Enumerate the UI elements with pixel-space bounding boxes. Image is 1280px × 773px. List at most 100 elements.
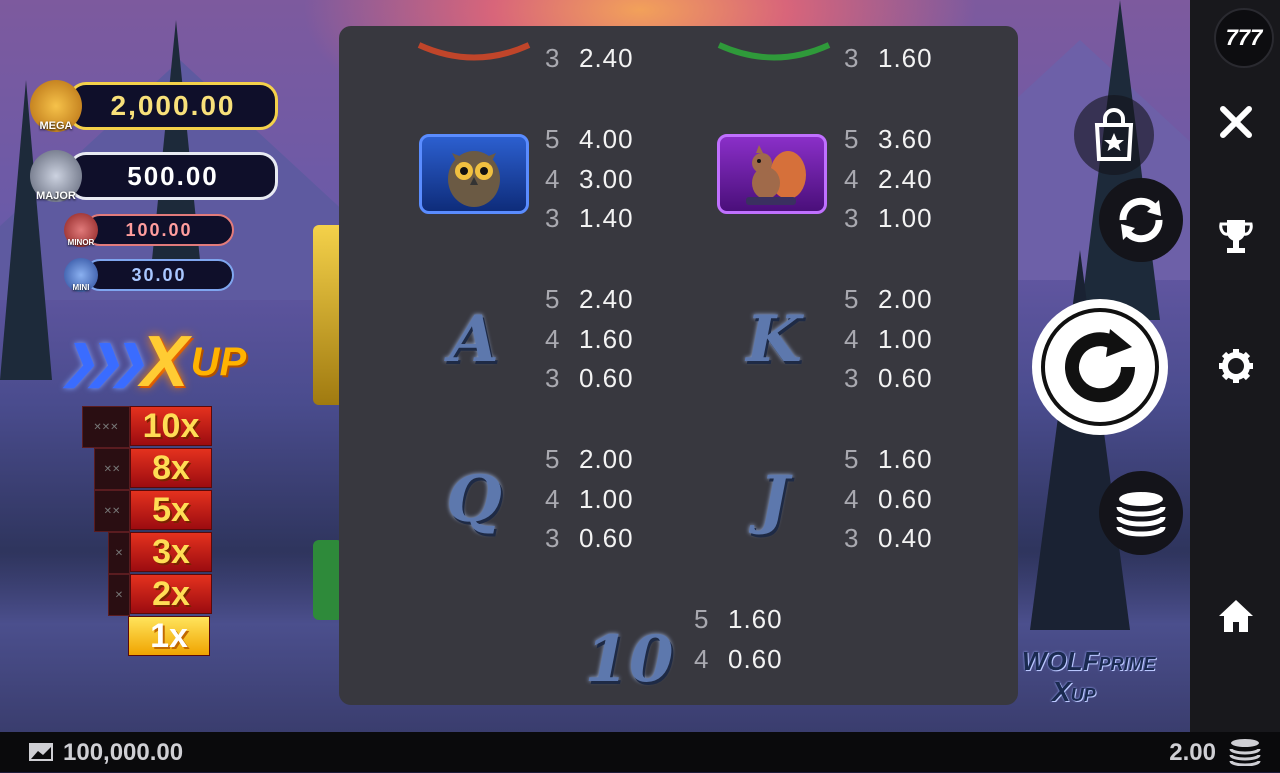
bet-button[interactable]: [1099, 471, 1183, 555]
multiplier-value: 5x: [130, 490, 212, 530]
x-cells-icon: ✕✕: [94, 490, 130, 532]
jackpot-value: 30.00: [84, 259, 234, 291]
jackpot-label: MAJOR: [36, 190, 76, 202]
autoplay-icon: [1119, 197, 1163, 243]
multiplier-value: 2x: [130, 574, 212, 614]
pay-amount: 1.60: [728, 604, 783, 635]
pay-count: 3: [545, 203, 561, 234]
coins-icon: [1229, 738, 1261, 767]
payline: 3 1.60: [844, 40, 933, 76]
gorilla-major-icon: MAJOR: [30, 150, 82, 202]
payline: 4 1.00: [545, 480, 634, 520]
pay-amount: 2.00: [579, 444, 634, 475]
home-icon: [1219, 600, 1253, 632]
payline: 3 1.00: [844, 199, 933, 239]
multiplier-value-active: 1x: [128, 616, 210, 656]
payline: 5 2.00: [844, 280, 933, 320]
settings-icon: [1219, 349, 1253, 383]
buy-feature-button[interactable]: [1074, 95, 1154, 175]
jackpot-value: 500.00: [68, 152, 278, 200]
pay-amount: 2.40: [579, 284, 634, 315]
number-ten-icon: 10: [569, 614, 689, 704]
payline: 4 2.40: [844, 160, 933, 200]
casino-logo-777-icon[interactable]: 777: [1214, 8, 1274, 68]
pay-count: 4: [545, 323, 561, 354]
squirrel-icon: [717, 134, 827, 214]
symbol-letter: J: [758, 461, 790, 537]
pay-amount: 1.00: [878, 203, 933, 234]
trophy-button[interactable]: [1214, 215, 1258, 259]
pay-amount: 0.60: [728, 643, 783, 674]
payline: 3 0.60: [844, 359, 933, 399]
jackpot-value: 100.00: [84, 214, 234, 246]
payline: 5 1.60: [694, 600, 783, 640]
pay-amount: 0.40: [878, 523, 933, 554]
bet-coins-icon: [1116, 492, 1166, 537]
multiplier-value: 3x: [130, 532, 212, 572]
close-button[interactable]: [1214, 100, 1258, 144]
logo-wolf: WOLF: [1022, 646, 1099, 676]
pay-count: 3: [844, 203, 860, 234]
partial-symbol-red: [414, 40, 534, 64]
paylines-j: 5 1.60 4 0.60 3 0.40: [844, 440, 933, 559]
payline: 5 3.60: [844, 120, 933, 160]
chevrons-icon: ❯❯❯: [60, 337, 147, 387]
multiplier-row-active: 1x: [128, 616, 210, 656]
multiplier-row: ✕✕✕ 10x: [82, 406, 212, 448]
gorilla-mega-icon: MEGA: [30, 80, 82, 132]
symbol-letter: K: [746, 301, 802, 377]
paylines: 3 1.60: [844, 40, 933, 76]
pay-amount: 2.40: [878, 163, 933, 194]
letter-q-icon: Q: [419, 454, 529, 544]
payline: 3 0.60: [545, 519, 634, 559]
xup-logo-up: UP: [190, 339, 247, 384]
pay-amount: 3.00: [579, 163, 634, 194]
pay-amount: 2.00: [878, 284, 933, 315]
spin-icon: [1065, 329, 1136, 403]
payline: 3 2.40: [545, 40, 634, 76]
payline: 5 4.00: [545, 120, 634, 160]
pay-count: 5: [545, 444, 561, 475]
pay-amount: 4.00: [579, 124, 634, 155]
payline: 3 0.40: [844, 519, 933, 559]
paylines-q: 5 2.00 4 1.00 3 0.60: [545, 440, 634, 559]
logo-prime: PRIME: [1098, 654, 1156, 674]
x-cells-icon: ✕: [108, 532, 130, 574]
jackpot-label: MEGA: [39, 120, 73, 132]
pay-amount: 1.60: [878, 42, 933, 73]
autoplay-button[interactable]: [1099, 178, 1183, 262]
settings-button[interactable]: [1214, 344, 1258, 388]
game-logo: WOLFPRIME XUP: [1022, 646, 1156, 718]
jackpot-mega: MEGA 2,000.00: [30, 80, 278, 132]
letter-j-icon: J: [719, 454, 829, 544]
pay-count: 4: [844, 163, 860, 194]
spin-button[interactable]: [1032, 299, 1168, 435]
pay-count: 4: [844, 483, 860, 514]
pay-count: 5: [545, 124, 561, 155]
pay-count: 5: [844, 444, 860, 475]
jackpot-label: MINOR: [67, 238, 95, 247]
payline: 4 0.60: [694, 640, 783, 680]
pay-count: 3: [844, 363, 860, 394]
x-cells-icon: ✕: [108, 574, 130, 616]
paylines-owl: 5 4.00 4 3.00 3 1.40: [545, 120, 634, 239]
pay-amount: 0.60: [579, 363, 634, 394]
pay-count: 3: [545, 523, 561, 554]
payline: 4 1.00: [844, 320, 933, 360]
paytable-panel[interactable]: 3 2.40 3 1.60 5 4.00 4 3.00 3 1.40 5 3.60: [339, 26, 1018, 705]
home-button[interactable]: [1214, 594, 1258, 638]
bet-value: 2.00: [1169, 739, 1216, 766]
multiplier-value: 8x: [130, 448, 212, 488]
paylines-k: 5 2.00 4 1.00 3 0.60: [844, 280, 933, 399]
jackpot-value: 2,000.00: [68, 82, 278, 130]
payline: 4 1.60: [545, 320, 634, 360]
partial-symbol-green: [714, 40, 834, 64]
pay-count: 4: [844, 323, 860, 354]
jackpot-minor: MINOR 100.00: [64, 213, 234, 247]
paylines-squirrel: 5 3.60 4 2.40 3 1.00: [844, 120, 933, 239]
letter-k-icon: K: [719, 294, 829, 384]
pay-count: 5: [694, 604, 710, 635]
multiplier-row: ✕✕ 8x: [94, 448, 212, 490]
wallet-icon: [28, 740, 54, 764]
jackpot-major: MAJOR 500.00: [30, 150, 278, 202]
